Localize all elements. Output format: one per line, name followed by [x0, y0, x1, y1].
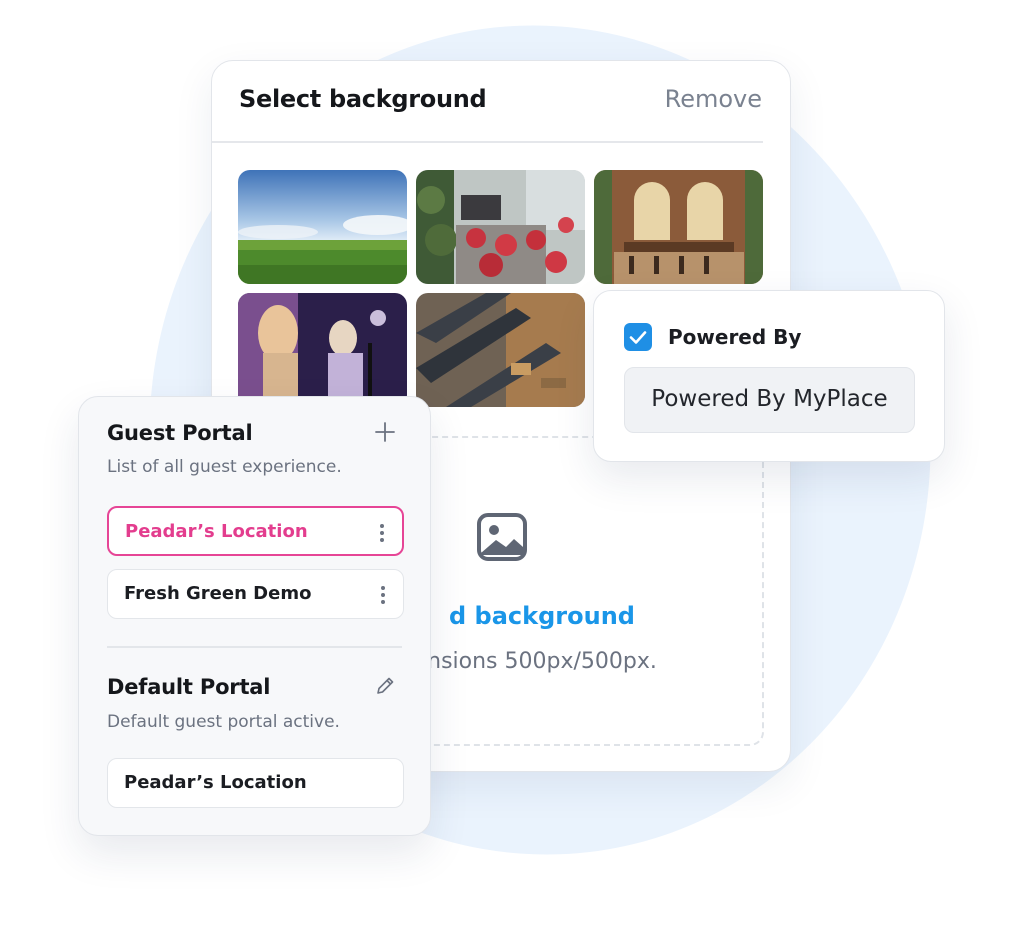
kebab-menu-icon[interactable] [379, 584, 387, 606]
check-icon [629, 331, 647, 344]
image-icon [474, 509, 530, 565]
guest-portal-title: Guest Portal [107, 421, 253, 445]
divider [107, 646, 402, 648]
portal-item-fresh-green-demo[interactable]: Fresh Green Demo [107, 569, 404, 619]
powered-by-checkbox[interactable] [624, 323, 652, 351]
default-portal-title: Default Portal [107, 675, 271, 699]
background-thumbnail-restaurant-bar[interactable] [594, 170, 763, 284]
panel-title: Select background [239, 85, 487, 113]
remove-button[interactable]: Remove [665, 85, 762, 113]
guest-portal-panel: Guest Portal List of all guest experienc… [78, 396, 431, 836]
portal-item-label: Fresh Green Demo [124, 583, 312, 604]
powered-by-panel: Powered By Powered By MyPlace [593, 290, 945, 462]
plus-icon[interactable] [374, 421, 396, 443]
background-thumbnail-mall-escalators[interactable] [416, 293, 585, 407]
kebab-menu-icon[interactable] [378, 522, 386, 544]
divider [212, 141, 763, 143]
default-portal-description: Default guest portal active. [107, 712, 340, 732]
portal-item-label: Peadar’s Location [125, 521, 308, 542]
guest-portal-description: List of all guest experience. [107, 457, 342, 477]
background-thumbnail-cafe-terrace[interactable] [416, 170, 585, 284]
background-thumbnail-concert-stage[interactable] [238, 293, 407, 407]
pencil-icon[interactable] [374, 675, 396, 697]
powered-by-input[interactable]: Powered By MyPlace [624, 367, 915, 433]
portal-item-peadars-location[interactable]: Peadar’s Location [107, 506, 404, 556]
background-thumbnail-green-field[interactable] [238, 170, 407, 284]
powered-by-label: Powered By [668, 325, 802, 349]
default-portal-value[interactable]: Peadar’s Location [107, 758, 404, 808]
default-portal-label: Peadar’s Location [124, 772, 307, 793]
